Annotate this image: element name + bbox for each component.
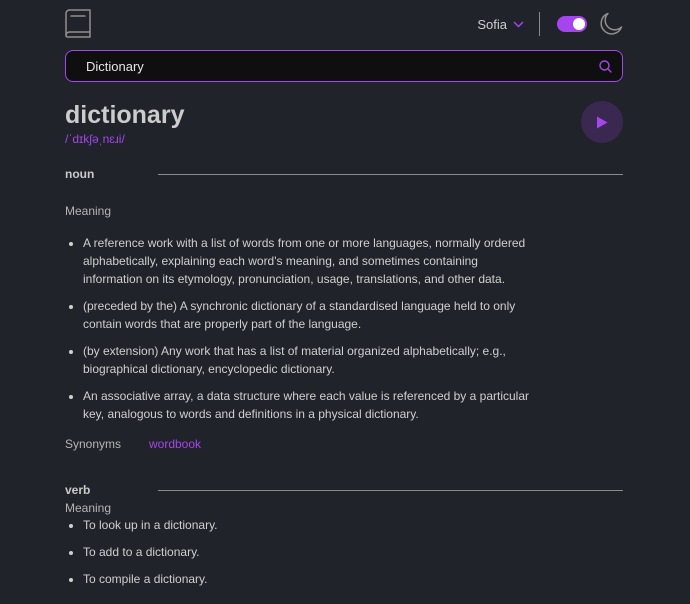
word-header: dictionary /ˈdɪkʃəˌnɛɹi/	[65, 100, 623, 156]
part-of-speech-row: verb	[65, 480, 623, 500]
search-bar	[65, 50, 623, 82]
part-of-speech-row: noun	[65, 164, 623, 184]
section-divider	[158, 489, 623, 491]
part-of-speech: noun	[65, 167, 95, 181]
section-divider	[158, 173, 623, 175]
search-icon[interactable]	[599, 59, 612, 73]
definition-item: (preceded by the) A synchronic dictionar…	[83, 297, 533, 333]
meaning-section-verb: verb Meaning To look up in a dictionary.…	[65, 480, 623, 588]
header: Sofia	[65, 0, 623, 48]
definition-item: To compile a dictionary.	[83, 570, 533, 588]
synonyms-row: Synonyms wordbook	[65, 437, 623, 451]
meaning-label: Meaning	[65, 204, 112, 218]
theme-toggle-knob	[573, 18, 585, 30]
meaning-section-noun: noun Meaning A reference work with a lis…	[65, 164, 623, 451]
definition-item: To add to a dictionary.	[83, 543, 533, 561]
font-selector[interactable]: Sofia	[477, 17, 524, 32]
definition-item: To look up in a dictionary.	[83, 516, 533, 534]
synonym-link[interactable]: wordbook	[149, 437, 201, 451]
moon-icon	[599, 12, 623, 36]
header-divider	[539, 12, 540, 36]
definition-item: (by extension) Any work that has a list …	[83, 342, 533, 378]
header-controls: Sofia	[477, 12, 623, 36]
font-selector-label: Sofia	[477, 16, 507, 32]
theme-toggle[interactable]	[557, 16, 587, 32]
word-phonetic: /ˈdɪkʃəˌnɛɹi/	[65, 132, 125, 146]
word-title: dictionary	[65, 101, 185, 129]
part-of-speech: verb	[65, 483, 91, 497]
dictionary-app: Sofia Dictionary dictionary /ˈdɪkʃəˌnɛɹi…	[65, 0, 623, 588]
definition-item: An associative array, a data structure w…	[83, 387, 533, 423]
definition-list: To look up in a dictionary. To add to a …	[65, 516, 533, 588]
definition-item: A reference work with a list of words fr…	[83, 234, 533, 288]
search-input[interactable]	[84, 57, 599, 75]
synonyms-label: Synonyms	[65, 437, 122, 451]
chevron-down-icon	[513, 20, 524, 28]
meaning-label: Meaning	[65, 501, 112, 515]
play-icon	[596, 116, 608, 129]
definition-list: A reference work with a list of words fr…	[65, 234, 533, 423]
play-audio-button[interactable]	[581, 101, 623, 143]
book-icon	[65, 8, 93, 38]
